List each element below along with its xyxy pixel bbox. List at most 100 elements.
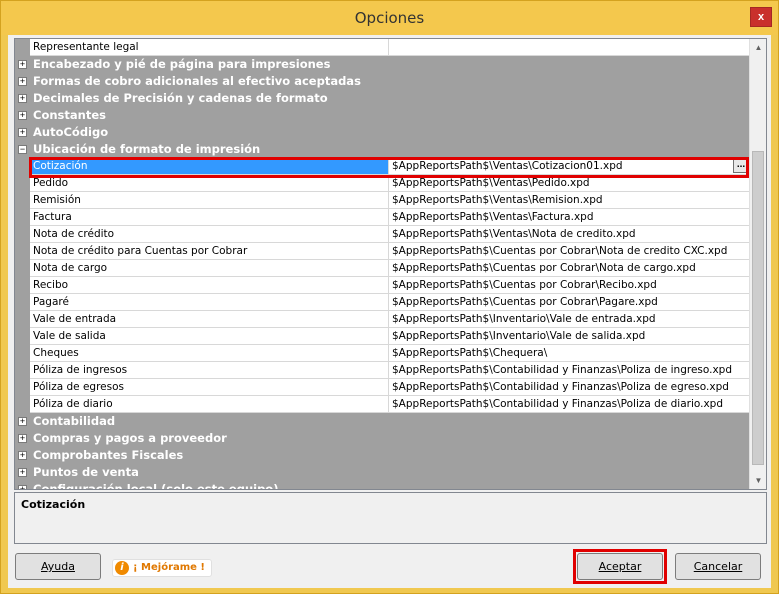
property-value[interactable]: $AppReportsPath$\Cuentas por Cobrar\Nota… xyxy=(389,243,750,260)
row-gutter xyxy=(15,192,30,209)
property-value[interactable]: $AppReportsPath$\Inventario\Vale de sali… xyxy=(389,328,750,345)
property-row[interactable]: Remisión $AppReportsPath$\Ventas\Remision… xyxy=(15,192,750,209)
expand-icon[interactable]: + xyxy=(18,94,27,103)
row-gutter: + xyxy=(15,90,30,107)
property-name: Vale de salida xyxy=(30,328,389,345)
property-name: Recibo xyxy=(30,277,389,294)
property-row[interactable]: Nota de crédito para Cuentas por Cobrar $… xyxy=(15,243,750,260)
row-gutter: + xyxy=(15,107,30,124)
category-row[interactable]: + AutoCódigo xyxy=(15,124,750,141)
expand-icon[interactable]: + xyxy=(18,468,27,477)
property-row[interactable]: Vale de entrada $AppReportsPath$\Inventar… xyxy=(15,311,750,328)
dialog-client-area: Representante legal + Encabezado y pié de … xyxy=(8,35,771,588)
property-row[interactable]: Pedido $AppReportsPath$\Ventas\Pedido.xpd xyxy=(15,175,750,192)
cancel-button[interactable]: Cancelar xyxy=(675,553,761,580)
property-value[interactable]: $AppReportsPath$\Ventas\Factura.xpd xyxy=(389,209,750,226)
row-gutter xyxy=(15,277,30,294)
property-value[interactable]: $AppReportsPath$\Contabilidad y Finanzas… xyxy=(389,362,750,379)
category-row[interactable]: + Configuración local (solo este equipo) xyxy=(15,481,750,490)
property-row[interactable]: Póliza de ingresos $AppReportsPath$\Conta… xyxy=(15,362,750,379)
scrollbar-thumb[interactable] xyxy=(752,151,764,465)
row-gutter xyxy=(15,243,30,260)
row-gutter xyxy=(15,158,30,175)
category-row[interactable]: + Puntos de venta xyxy=(15,464,750,481)
expand-icon[interactable]: + xyxy=(18,434,27,443)
row-gutter xyxy=(15,396,30,413)
property-value[interactable]: $AppReportsPath$\Ventas\Pedido.xpd xyxy=(389,175,750,192)
row-gutter: + xyxy=(15,447,30,464)
improve-link[interactable]: i ¡ Mejórame ! xyxy=(112,559,212,577)
category-row[interactable]: + Decimales de Precisión y cadenas de for… xyxy=(15,90,750,107)
expand-icon[interactable]: + xyxy=(18,485,27,489)
property-value[interactable]: $AppReportsPath$\Chequera\ xyxy=(389,345,750,362)
row-gutter xyxy=(15,209,30,226)
scroll-down-arrow-icon[interactable]: ▼ xyxy=(750,472,766,489)
property-value[interactable]: $AppReportsPath$\Ventas\Nota de credito.… xyxy=(389,226,750,243)
property-value[interactable]: $AppReportsPath$\Contabilidad y Finanzas… xyxy=(389,396,750,413)
category-label: Decimales de Precisión y cadenas de form… xyxy=(33,91,328,105)
property-row[interactable]: Representante legal xyxy=(15,39,750,56)
property-row[interactable]: Nota de crédito $AppReportsPath$\Ventas\N… xyxy=(15,226,750,243)
property-row[interactable]: Pagaré $AppReportsPath$\Cuentas por Cobra… xyxy=(15,294,750,311)
row-gutter: + xyxy=(15,56,30,73)
accept-button[interactable]: Aceptar xyxy=(577,553,663,580)
accept-button-label: Aceptar xyxy=(598,560,642,573)
improve-label: ¡ Mejórame ! xyxy=(133,562,205,573)
property-row[interactable]: Nota de cargo $AppReportsPath$\Cuentas po… xyxy=(15,260,750,277)
category-label: Constantes xyxy=(33,108,106,122)
category-row[interactable]: + Formas de cobro adicionales al efectivo… xyxy=(15,73,750,90)
property-value[interactable]: $AppReportsPath$\Ventas\Remision.xpd xyxy=(389,192,750,209)
property-value[interactable]: $AppReportsPath$\Contabilidad y Finanzas… xyxy=(389,379,750,396)
property-row[interactable]: Vale de salida $AppReportsPath$\Inventari… xyxy=(15,328,750,345)
description-title: Cotización xyxy=(21,498,86,511)
category-row[interactable]: + Contabilidad xyxy=(15,413,750,430)
row-gutter: + xyxy=(15,73,30,90)
row-gutter: − xyxy=(15,141,30,158)
close-button[interactable]: x xyxy=(750,7,772,27)
property-name: Cotización xyxy=(30,158,389,175)
property-row[interactable]: Póliza de diario $AppReportsPath$\Contabi… xyxy=(15,396,750,413)
category-label: Puntos de venta xyxy=(33,465,139,479)
category-label: Contabilidad xyxy=(33,414,116,428)
property-value[interactable]: $AppReportsPath$\Ventas\Cotizacion01.xpd xyxy=(389,158,750,175)
property-value[interactable]: $AppReportsPath$\Cuentas por Cobrar\Reci… xyxy=(389,277,750,294)
window-title: Opciones xyxy=(354,9,425,27)
property-name: Póliza de diario xyxy=(30,396,389,413)
category-row[interactable]: + Comprobantes Fiscales xyxy=(15,447,750,464)
category-label: Configuración local (solo este equipo) xyxy=(33,482,279,490)
property-value[interactable]: $AppReportsPath$\Cuentas por Cobrar\Paga… xyxy=(389,294,750,311)
property-value[interactable] xyxy=(389,39,750,56)
browse-button[interactable]: ... xyxy=(733,159,749,173)
category-row[interactable]: + Compras y pagos a proveedor xyxy=(15,430,750,447)
property-row[interactable]: Factura $AppReportsPath$\Ventas\Factura.x… xyxy=(15,209,750,226)
vertical-scrollbar[interactable]: ▲ ▼ xyxy=(749,39,766,489)
title-bar[interactable]: Opciones x xyxy=(1,1,778,35)
row-gutter: + xyxy=(15,481,30,489)
category-row[interactable]: + Encabezado y pié de página para impresi… xyxy=(15,56,750,73)
help-button[interactable]: Ayuda xyxy=(15,553,101,580)
property-value[interactable]: $AppReportsPath$\Cuentas por Cobrar\Nota… xyxy=(389,260,750,277)
expand-icon[interactable]: + xyxy=(18,451,27,460)
property-row[interactable]: Póliza de egresos $AppReportsPath$\Contab… xyxy=(15,379,750,396)
category-row[interactable]: + Constantes xyxy=(15,107,750,124)
property-value[interactable]: $AppReportsPath$\Inventario\Vale de entr… xyxy=(389,311,750,328)
category-row[interactable]: − Ubicación de formato de impresión xyxy=(15,141,750,158)
property-name: Póliza de egresos xyxy=(30,379,389,396)
cancel-button-label: Cancelar xyxy=(693,560,743,573)
property-row[interactable]: Cheques $AppReportsPath$\Chequera\ xyxy=(15,345,750,362)
expand-icon[interactable]: + xyxy=(18,417,27,426)
expand-icon[interactable]: + xyxy=(18,60,27,69)
property-name: Remisión xyxy=(30,192,389,209)
collapse-icon[interactable]: − xyxy=(18,145,27,154)
expand-icon[interactable]: + xyxy=(18,111,27,120)
property-name: Factura xyxy=(30,209,389,226)
scroll-up-arrow-icon[interactable]: ▲ xyxy=(750,39,766,56)
property-row[interactable]: Recibo $AppReportsPath$\Cuentas por Cobra… xyxy=(15,277,750,294)
category-label: AutoCódigo xyxy=(33,125,109,139)
expand-icon[interactable]: + xyxy=(18,128,27,137)
property-name: Póliza de ingresos xyxy=(30,362,389,379)
property-row[interactable]: Cotización $AppReportsPath$\Ventas\Cotiza… xyxy=(15,158,750,175)
category-label: Formas de cobro adicionales al efectivo … xyxy=(33,74,361,88)
row-gutter xyxy=(15,379,30,396)
expand-icon[interactable]: + xyxy=(18,77,27,86)
